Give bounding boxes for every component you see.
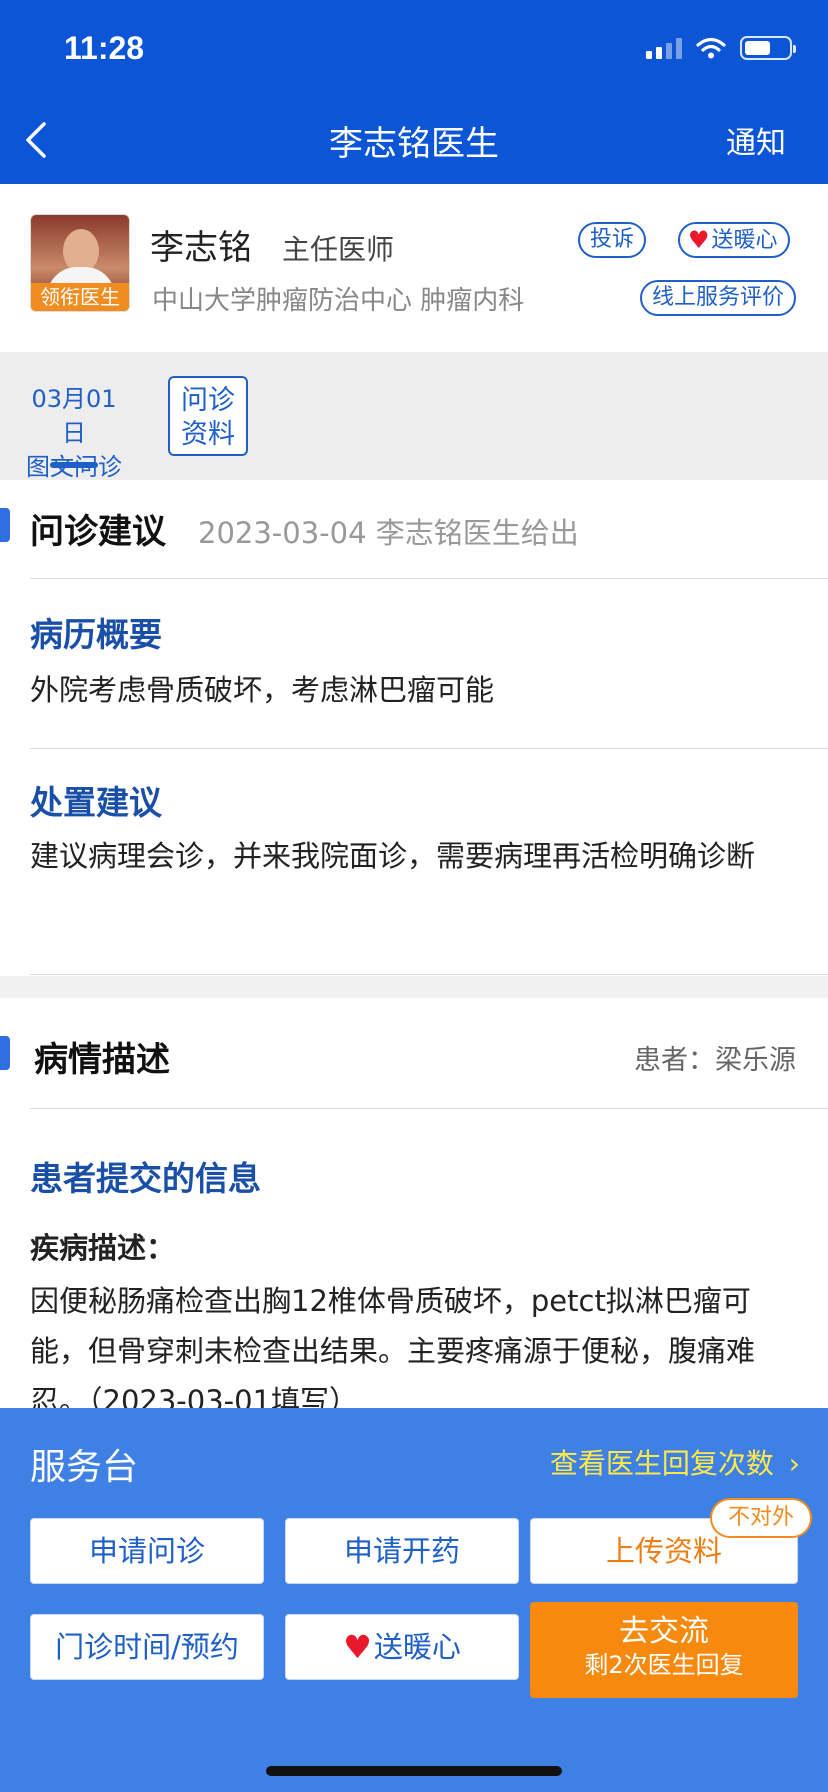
tab-date: 03月01日 — [31, 385, 117, 447]
doctor-card: 领衔医生 李志铭 主任医师 中山大学肿瘤防治中心 肿瘤内科 投诉 ♥送暖心 线上… — [0, 184, 828, 352]
complain-button[interactable]: 投诉 — [578, 222, 647, 258]
tab-active-indicator — [50, 462, 98, 468]
send-warm-service-label: 送暖心 — [373, 1630, 461, 1664]
go-chat-button[interactable]: 去交流 剩2次医生回复 — [530, 1602, 798, 1698]
content-scroll[interactable]: 问诊建议 2023-03-04 李志铭医生给出 病历概要 外院考虑骨质破坏，考虑… — [0, 480, 828, 1408]
heart-icon: ♥ — [343, 1628, 372, 1666]
patient-label: 患者：梁乐源 — [634, 1045, 796, 1076]
lead-doctor-badge: 领衔医生 — [31, 283, 129, 311]
clinic-time-button[interactable]: 门诊时间/预约 — [30, 1614, 264, 1680]
reply-link-label: 查看医生回复次数 — [549, 1447, 774, 1480]
advice-title: 问诊建议 — [30, 512, 166, 552]
disease-text: 因便秘肠痛检查出胸12椎体骨质破坏，petct拟淋巴瘤可能，但骨穿刺未检查出结果… — [30, 1284, 756, 1408]
send-warm-service-button[interactable]: ♥送暖心 — [285, 1614, 519, 1680]
section-marker — [0, 508, 10, 542]
suggestion-text: 建议病理会诊，并来我院面诊，需要病理再活检明确诊断 — [30, 839, 756, 873]
online-rating-button[interactable]: 线上服务评价 — [640, 280, 797, 316]
battery-icon — [740, 36, 796, 60]
header: 11:28 李志铭医生 通知 — [0, 0, 828, 184]
chevron-right-icon: › — [788, 1447, 800, 1480]
heart-icon: ♥ — [688, 226, 710, 254]
submitted-info-title: 患者提交的信息 — [30, 1159, 261, 1198]
doctor-reply-count-link[interactable]: 查看医生回复次数 › — [550, 1442, 800, 1482]
wifi-icon — [696, 37, 726, 59]
disease-label: 疾病描述： — [30, 1231, 176, 1265]
status-time: 11:28 — [64, 30, 145, 66]
page-title: 李志铭医生 — [329, 124, 499, 164]
doctor-name: 李志铭 — [150, 228, 252, 268]
not-public-badge: 不对外 — [710, 1498, 813, 1538]
suggestion-title: 处置建议 — [30, 783, 162, 822]
divider — [30, 748, 828, 749]
divider — [30, 974, 828, 975]
summary-text: 外院考虑骨质破坏，考虑淋巴瘤可能 — [30, 673, 495, 707]
service-desk: 服务台 查看医生回复次数 › 申请问诊 申请开药 上传资料 不对外 门诊时间/预… — [0, 1408, 828, 1792]
tab-consult-record[interactable]: 03月01日 图文问诊 — [20, 382, 128, 484]
apply-consult-button[interactable]: 申请问诊 — [30, 1518, 264, 1584]
condition-title: 病情描述 — [34, 1040, 170, 1080]
divider — [30, 578, 828, 579]
section-gap — [0, 976, 828, 998]
doctor-title: 主任医师 — [282, 233, 395, 266]
section-marker — [0, 1036, 10, 1070]
summary-title: 病历概要 — [30, 615, 162, 654]
advice-meta: 2023-03-04 李志铭医生给出 — [198, 516, 579, 550]
consult-tabs: 03月01日 图文问诊 问诊资料 — [0, 352, 828, 481]
apply-medicine-button[interactable]: 申请开药 — [285, 1518, 519, 1584]
service-title: 服务台 — [30, 1447, 139, 1488]
send-warm-label: 送暖心 — [711, 228, 778, 253]
send-warm-button[interactable]: ♥送暖心 — [678, 222, 790, 258]
go-chat-label: 去交流 — [619, 1614, 709, 1649]
doctor-avatar[interactable]: 领衔医生 — [30, 214, 130, 312]
tab-consult-material[interactable]: 问诊资料 — [168, 376, 248, 456]
status-icons — [646, 36, 796, 60]
doctor-hospital: 中山大学肿瘤防治中心 肿瘤内科 — [152, 286, 525, 316]
signal-icon — [646, 37, 682, 59]
notice-button[interactable]: 通知 — [726, 118, 786, 162]
divider — [30, 1108, 828, 1109]
home-indicator — [266, 1766, 562, 1776]
remaining-replies: 剩2次医生回复 — [584, 1651, 744, 1679]
